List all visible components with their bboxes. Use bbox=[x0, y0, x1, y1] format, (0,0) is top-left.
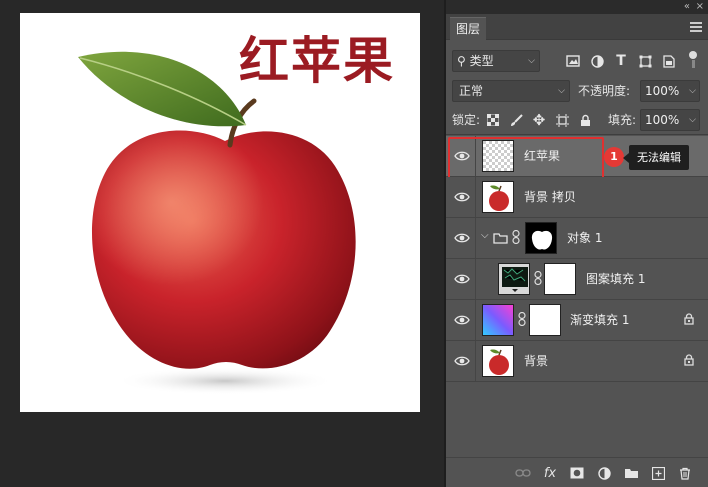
blend-row: 正常 ⌵ 不透明度: 100% ⌵ bbox=[452, 80, 702, 102]
fill-label: 填充: bbox=[608, 113, 637, 127]
layer-name: 图案填充 1 bbox=[586, 272, 646, 286]
bottom-icons: fx bbox=[514, 464, 694, 482]
layer-mask-thumbnail bbox=[544, 263, 576, 295]
lock-image-pixels-icon[interactable] bbox=[507, 111, 525, 129]
layer-name: 渐变填充 1 bbox=[570, 313, 630, 327]
visibility-column bbox=[446, 341, 476, 381]
layer-thumbnail bbox=[482, 181, 514, 213]
filter-toggle[interactable] bbox=[688, 50, 698, 72]
lock-transparent-pixels-icon[interactable] bbox=[484, 111, 502, 129]
mask-icon[interactable] bbox=[568, 464, 586, 482]
lock-position-icon[interactable]: ✥ bbox=[530, 111, 548, 129]
link-chain-icon[interactable] bbox=[512, 230, 520, 244]
layer-name: 背景 拷贝 bbox=[524, 190, 576, 204]
tab-layers[interactable]: 图层 bbox=[450, 17, 487, 40]
lock-icon bbox=[684, 354, 694, 366]
opacity-field[interactable]: 100% ⌵ bbox=[640, 80, 700, 102]
canvas-title-text: 红苹果 bbox=[239, 32, 395, 90]
canvas-area[interactable]: 红苹果 bbox=[0, 0, 444, 487]
layer-row[interactable]: ⌵ 对象 1 bbox=[446, 218, 708, 259]
opacity-value: 100% bbox=[645, 84, 680, 98]
eye-icon[interactable] bbox=[454, 232, 470, 244]
shape-filter-icon[interactable] bbox=[636, 52, 654, 70]
adjustment-filter-icon[interactable] bbox=[588, 52, 606, 70]
visibility-column bbox=[446, 177, 476, 217]
filter-kind-select[interactable]: ⚲ 类型 ⌵ bbox=[452, 50, 540, 72]
layer-list: 红苹果 1 无法编辑 背景 拷贝 ⌵ 对象 1 图案填充 1 渐变填充 1 背景 bbox=[446, 136, 708, 382]
chevron-down-icon[interactable]: ⌵ bbox=[481, 230, 489, 241]
smart-object-filter-icon[interactable] bbox=[660, 52, 678, 70]
panel-topbar: « × bbox=[446, 0, 708, 14]
layer-mask-thumbnail bbox=[529, 304, 561, 336]
pixel-filter-icon[interactable] bbox=[564, 52, 582, 70]
document-canvas[interactable]: 红苹果 bbox=[20, 13, 420, 412]
visibility-column bbox=[446, 259, 476, 299]
layer-row[interactable]: 图案填充 1 bbox=[446, 259, 708, 300]
visibility-column bbox=[446, 218, 476, 258]
link-chain-icon[interactable] bbox=[518, 312, 526, 326]
visibility-column bbox=[446, 300, 476, 340]
chevron-down-icon: ⌵ bbox=[558, 86, 565, 96]
layer-thumbnail bbox=[482, 345, 514, 377]
panel-menu-icon[interactable] bbox=[690, 22, 702, 34]
new-layer-icon[interactable] bbox=[649, 464, 667, 482]
filter-row: ⚲ 类型 ⌵ T bbox=[452, 50, 702, 72]
layer-thumbnail bbox=[498, 263, 530, 295]
blend-mode-select[interactable]: 正常 ⌵ bbox=[452, 80, 570, 102]
eye-icon[interactable] bbox=[454, 273, 470, 285]
panel-tab-row: 图层 bbox=[446, 14, 708, 40]
layers-panel: « × 图层 ⚲ 类型 ⌵ T 正常 ⌵ 不透明度: 100% ⌵ 锁定: ✥ … bbox=[444, 0, 708, 487]
fill-field[interactable]: 100% ⌵ bbox=[640, 109, 700, 131]
text-filter-icon[interactable]: T bbox=[612, 52, 630, 70]
eye-icon[interactable] bbox=[454, 191, 470, 203]
filter-kind-value: 类型 bbox=[469, 54, 494, 68]
highlight-box bbox=[448, 137, 604, 181]
layer-name: 背景 bbox=[524, 354, 549, 368]
lock-row: 锁定: ✥ 填充: 100% ⌵ bbox=[452, 109, 702, 131]
trash-icon[interactable] bbox=[676, 464, 694, 482]
lock-artboard-icon[interactable] bbox=[553, 111, 571, 129]
opacity-label: 不透明度: bbox=[578, 84, 631, 98]
group-icon[interactable] bbox=[622, 464, 640, 482]
search-icon: ⚲ bbox=[457, 54, 466, 68]
close-panel-icon[interactable]: × bbox=[696, 1, 704, 13]
fx-icon[interactable]: fx bbox=[541, 464, 559, 482]
blend-mode-value: 正常 bbox=[459, 84, 484, 98]
fill-value: 100% bbox=[645, 113, 680, 127]
eye-icon[interactable] bbox=[454, 314, 470, 326]
divider bbox=[446, 134, 708, 135]
lock-all-icon[interactable] bbox=[576, 111, 594, 129]
tooltip: 无法编辑 bbox=[623, 145, 689, 170]
eye-icon[interactable] bbox=[454, 355, 470, 367]
panel-bottom-bar: fx bbox=[446, 457, 708, 487]
layer-row[interactable]: 渐变填充 1 bbox=[446, 300, 708, 341]
lock-icons: ✥ bbox=[484, 111, 594, 129]
layer-row[interactable]: 背景 拷贝 bbox=[446, 177, 708, 218]
link-icon[interactable] bbox=[514, 464, 532, 482]
filter-icons: T bbox=[564, 52, 678, 70]
lock-icon bbox=[684, 313, 694, 325]
folder-icon bbox=[493, 233, 508, 244]
link-chain-icon[interactable] bbox=[534, 271, 542, 285]
layer-mask-thumbnail bbox=[525, 222, 557, 254]
layer-name: 对象 1 bbox=[567, 231, 603, 245]
collapse-panel-icon[interactable]: « bbox=[684, 1, 690, 13]
lock-label: 锁定: bbox=[452, 113, 481, 127]
layer-thumbnail bbox=[482, 304, 514, 336]
chevron-down-icon: ⌵ bbox=[528, 56, 535, 66]
layer-row[interactable]: 背景 bbox=[446, 341, 708, 382]
annotation-badge: 1 bbox=[604, 147, 624, 167]
chevron-down-icon: ⌵ bbox=[689, 115, 696, 125]
adjustment-icon[interactable] bbox=[595, 464, 613, 482]
layer-row[interactable]: 红苹果 1 无法编辑 bbox=[446, 136, 708, 181]
chevron-down-icon: ⌵ bbox=[689, 86, 696, 96]
